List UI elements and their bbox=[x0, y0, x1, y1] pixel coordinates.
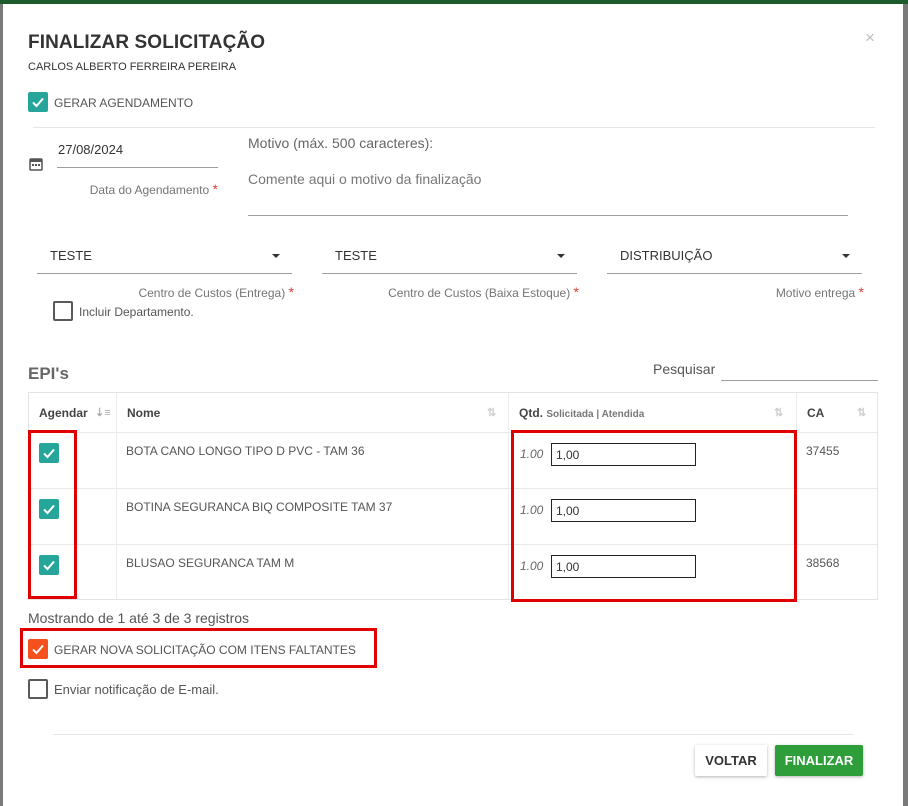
check-icon bbox=[32, 97, 44, 108]
finish-button[interactable]: FINALIZAR bbox=[775, 745, 863, 776]
required-mark: * bbox=[858, 284, 864, 300]
caret-down-icon bbox=[272, 254, 280, 258]
column-header-qty[interactable]: Qtd. Solicitada | Atendida ⇅ bbox=[509, 393, 797, 432]
select-underline bbox=[37, 273, 292, 274]
row-ca: 38568 bbox=[806, 556, 840, 570]
schedule-date-label: Data do Agendamento * bbox=[89, 181, 218, 197]
select-value: TESTE bbox=[335, 248, 377, 263]
reason-label: Motivo (máx. 500 caracteres): bbox=[248, 135, 434, 151]
date-underline bbox=[57, 167, 218, 168]
delivery-reason-select[interactable]: DISTRIBUIÇÃO bbox=[607, 242, 862, 274]
divider bbox=[53, 734, 853, 735]
modal-subtitle: CARLOS ALBERTO FERREIRA PEREIRA bbox=[28, 61, 237, 73]
email-notify-checkbox[interactable] bbox=[28, 679, 48, 699]
check-icon bbox=[32, 644, 44, 655]
email-notify-label: Enviar notificação de E-mail. bbox=[54, 682, 219, 697]
required-mark: * bbox=[573, 284, 579, 300]
cost-center-delivery-label: Centro de Custos (Entrega) * bbox=[138, 284, 294, 300]
highlight-box-schedule bbox=[28, 430, 77, 599]
back-button[interactable]: VOLTAR bbox=[695, 745, 767, 776]
column-header-ca[interactable]: CA ⇅ bbox=[797, 393, 877, 432]
row-name: BLUSAO SEGURANCA TAM M bbox=[126, 556, 295, 570]
select-value: DISTRIBUIÇÃO bbox=[620, 248, 713, 263]
sort-icon: ⇅ bbox=[857, 407, 867, 419]
new-request-label: GERAR NOVA SOLICITAÇÃO COM ITENS FALTANT… bbox=[54, 643, 356, 657]
required-mark: * bbox=[212, 181, 218, 197]
close-icon[interactable]: × bbox=[865, 28, 875, 48]
sort-icon: ⇅ bbox=[487, 407, 497, 419]
schedule-checkbox-label: GERAR AGENDAMENTO bbox=[54, 96, 194, 110]
sort-asc-icon: ⇣≡ bbox=[95, 407, 111, 419]
schedule-date-input[interactable]: 27/08/2024 bbox=[58, 142, 123, 157]
select-underline bbox=[322, 273, 577, 274]
cost-center-stock-label: Centro de Custos (Baixa Estoque) * bbox=[388, 284, 579, 300]
include-department-label: Incluir Departamento. bbox=[79, 305, 194, 319]
schedule-checkbox[interactable] bbox=[28, 92, 48, 112]
select-underline bbox=[607, 273, 862, 274]
caret-down-icon bbox=[842, 254, 850, 258]
cost-center-stock-select[interactable]: TESTE bbox=[322, 242, 577, 274]
cost-center-delivery-select[interactable]: TESTE bbox=[37, 242, 292, 274]
column-header-schedule[interactable]: Agendar ⇣≡ bbox=[29, 393, 117, 432]
finalize-request-modal: FINALIZAR SOLICITAÇÃO CARLOS ALBERTO FER… bbox=[3, 4, 903, 806]
required-mark: * bbox=[288, 284, 294, 300]
delivery-reason-label: Motivo entrega * bbox=[775, 284, 864, 300]
include-department-checkbox[interactable] bbox=[53, 301, 73, 321]
modal-title: FINALIZAR SOLICITAÇÃO bbox=[28, 32, 266, 53]
row-name: BOTINA SEGURANCA BIQ COMPOSITE TAM 37 bbox=[126, 500, 393, 514]
select-value: TESTE bbox=[50, 248, 92, 263]
reason-underline bbox=[248, 215, 848, 216]
reason-textarea[interactable]: Comente aqui o motivo da finalização bbox=[248, 171, 481, 187]
new-request-checkbox[interactable] bbox=[28, 639, 48, 659]
search-input[interactable] bbox=[721, 380, 878, 381]
row-name: BOTA CANO LONGO TIPO D PVC - TAM 36 bbox=[126, 444, 365, 458]
calendar-icon[interactable] bbox=[29, 157, 43, 171]
divider bbox=[33, 127, 875, 128]
epis-section-title: EPI's bbox=[28, 364, 69, 383]
sort-icon: ⇅ bbox=[774, 407, 784, 419]
highlight-box-qty bbox=[511, 430, 797, 602]
table-footer-info: Mostrando de 1 até 3 de 3 registros bbox=[28, 610, 250, 626]
row-ca: 37455 bbox=[806, 444, 840, 458]
search-label: Pesquisar bbox=[653, 361, 716, 377]
column-header-name[interactable]: Nome ⇅ bbox=[117, 393, 509, 432]
caret-down-icon bbox=[557, 254, 565, 258]
